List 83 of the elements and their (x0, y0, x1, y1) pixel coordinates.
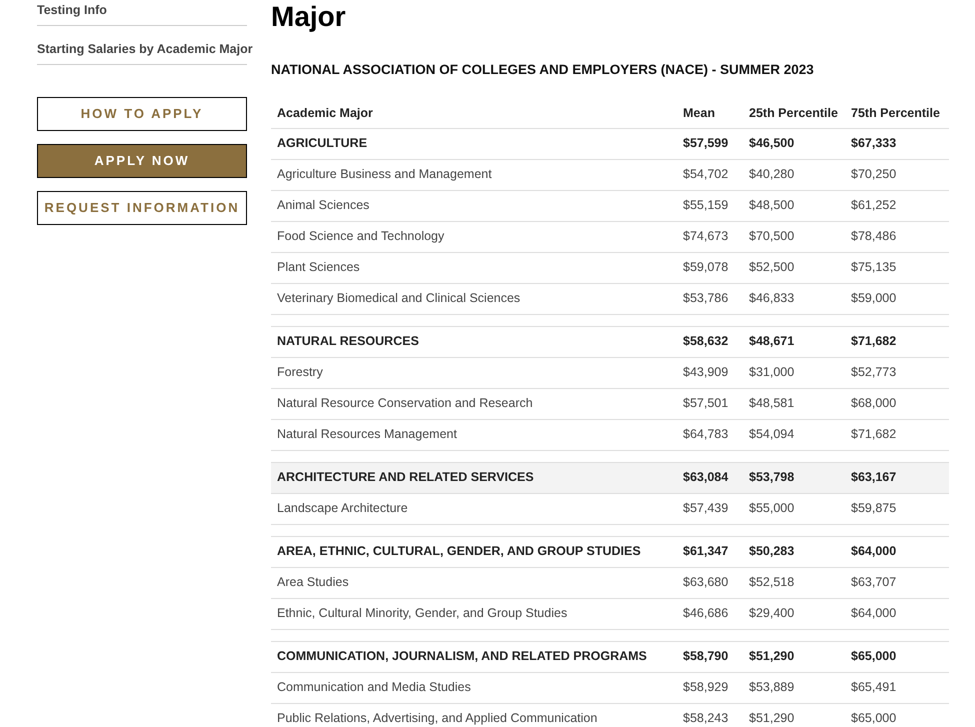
salary-cell: $31,000 (743, 357, 845, 388)
major-cell: Plant Sciences (271, 252, 677, 284)
salary-cell: $64,783 (677, 419, 743, 450)
category-cell: COMMUNICATION, JOURNALISM, AND RELATED PROGRAMS (271, 641, 677, 672)
salary-cell: $48,500 (743, 190, 845, 222)
salary-cell: $71,682 (845, 419, 949, 450)
salary-cell: $58,929 (677, 672, 743, 704)
apply-button[interactable]: APPLY NOW (37, 144, 247, 178)
salary-cell: $63,084 (677, 462, 743, 494)
salary-cell: $63,707 (845, 567, 949, 598)
salary-cell: $59,875 (845, 493, 949, 524)
salary-cell: $61,252 (845, 190, 949, 222)
salary-cell: $53,786 (677, 283, 743, 314)
salary-cell: $52,518 (743, 567, 845, 598)
salary-cell: $70,500 (743, 221, 845, 252)
salary-cell: $61,347 (677, 536, 743, 568)
salary-cell: $54,702 (677, 159, 743, 190)
salary-cell: $54,094 (743, 419, 845, 450)
major-cell: Forestry (271, 357, 677, 388)
salary-cell: $78,486 (845, 221, 949, 252)
major-cell: Public Relations, Advertising, and Applied Communication (271, 703, 677, 727)
salary-cell: $65,000 (845, 641, 949, 672)
category-cell: AGRICULTURE (271, 128, 677, 160)
salary-cell: $52,773 (845, 357, 949, 388)
salary-cell: $58,632 (677, 326, 743, 358)
salary-cell: $70,250 (845, 159, 949, 190)
link-button[interactable]: REQUEST INFORMATION (37, 191, 247, 225)
salary-cell: $75,135 (845, 252, 949, 284)
salary-cell: $57,501 (677, 388, 743, 420)
salary-cell: $63,167 (845, 462, 949, 494)
salary-cell: $71,682 (845, 326, 949, 358)
sidebar-link[interactable]: Testing Info (37, 3, 107, 17)
salary-cell: $46,500 (743, 128, 845, 160)
salary-cell: $65,000 (845, 703, 949, 727)
major-cell: Veterinary Biomedical and Clinical Sciences (271, 283, 677, 314)
table-subtitle: NATIONAL ASSOCIATION OF COLLEGES AND EMPLOYERS (NACE) - SUMMER 2023 (271, 61, 815, 79)
category-cell: AREA, ETHNIC, CULTURAL, GENDER, AND GROUP STUDIES (271, 536, 677, 568)
salary-cell: $48,581 (743, 388, 845, 420)
major-cell: Ethnic, Cultural Minority, Gender, and Group Studies (271, 598, 677, 630)
column-header: Mean (677, 98, 743, 128)
salary-cell: $53,889 (743, 672, 845, 704)
major-cell: Natural Resource Conservation and Research (271, 388, 677, 420)
salary-cell: $65,491 (845, 672, 949, 704)
salary-cell: $29,400 (743, 598, 845, 630)
salary-cell: $51,290 (743, 641, 845, 672)
major-cell: Animal Sciences (271, 190, 677, 222)
column-header: 75th Percentile (845, 98, 949, 128)
category-cell: NATURAL RESOURCES (271, 326, 677, 358)
salary-cell: $43,909 (677, 357, 743, 388)
salary-cell: $64,000 (845, 536, 949, 568)
salary-cell: $64,000 (845, 598, 949, 630)
major-cell: Natural Resources Management (271, 419, 677, 450)
salary-cell: $74,673 (677, 221, 743, 252)
salary-cell: $68,000 (845, 388, 949, 420)
salary-cell: $52,500 (743, 252, 845, 284)
salary-cell: $58,243 (677, 703, 743, 727)
salary-cell: $67,333 (845, 128, 949, 160)
sidebar-link[interactable]: Starting Salaries by Academic Major (37, 42, 253, 56)
salary-cell: $58,790 (677, 641, 743, 672)
salary-cell: $55,159 (677, 190, 743, 222)
salary-cell: $50,283 (743, 536, 845, 568)
category-cell: ARCHITECTURE AND RELATED SERVICES (271, 462, 677, 494)
major-cell: Area Studies (271, 567, 677, 598)
salary-cell: $57,439 (677, 493, 743, 524)
salary-cell: $46,833 (743, 283, 845, 314)
salary-cell: $59,000 (845, 283, 949, 314)
salary-cell: $59,078 (677, 252, 743, 284)
column-header: 25th Percentile (743, 98, 845, 128)
salary-cell: $63,680 (677, 567, 743, 598)
salary-cell: $46,686 (677, 598, 743, 630)
page-title: Major (271, 0, 347, 34)
salary-cell: $48,671 (743, 326, 845, 358)
major-cell: Communication and Media Studies (271, 672, 677, 704)
salary-cell: $40,280 (743, 159, 845, 190)
major-cell: Food Science and Technology (271, 221, 677, 252)
link-button[interactable]: HOW TO APPLY (37, 97, 247, 131)
major-cell: Agriculture Business and Management (271, 159, 677, 190)
column-header: Academic Major (271, 98, 677, 128)
salary-cell: $55,000 (743, 493, 845, 524)
major-cell: Landscape Architecture (271, 493, 677, 524)
salary-cell: $57,599 (677, 128, 743, 160)
salary-cell: $51,290 (743, 703, 845, 727)
salary-cell: $53,798 (743, 462, 845, 494)
